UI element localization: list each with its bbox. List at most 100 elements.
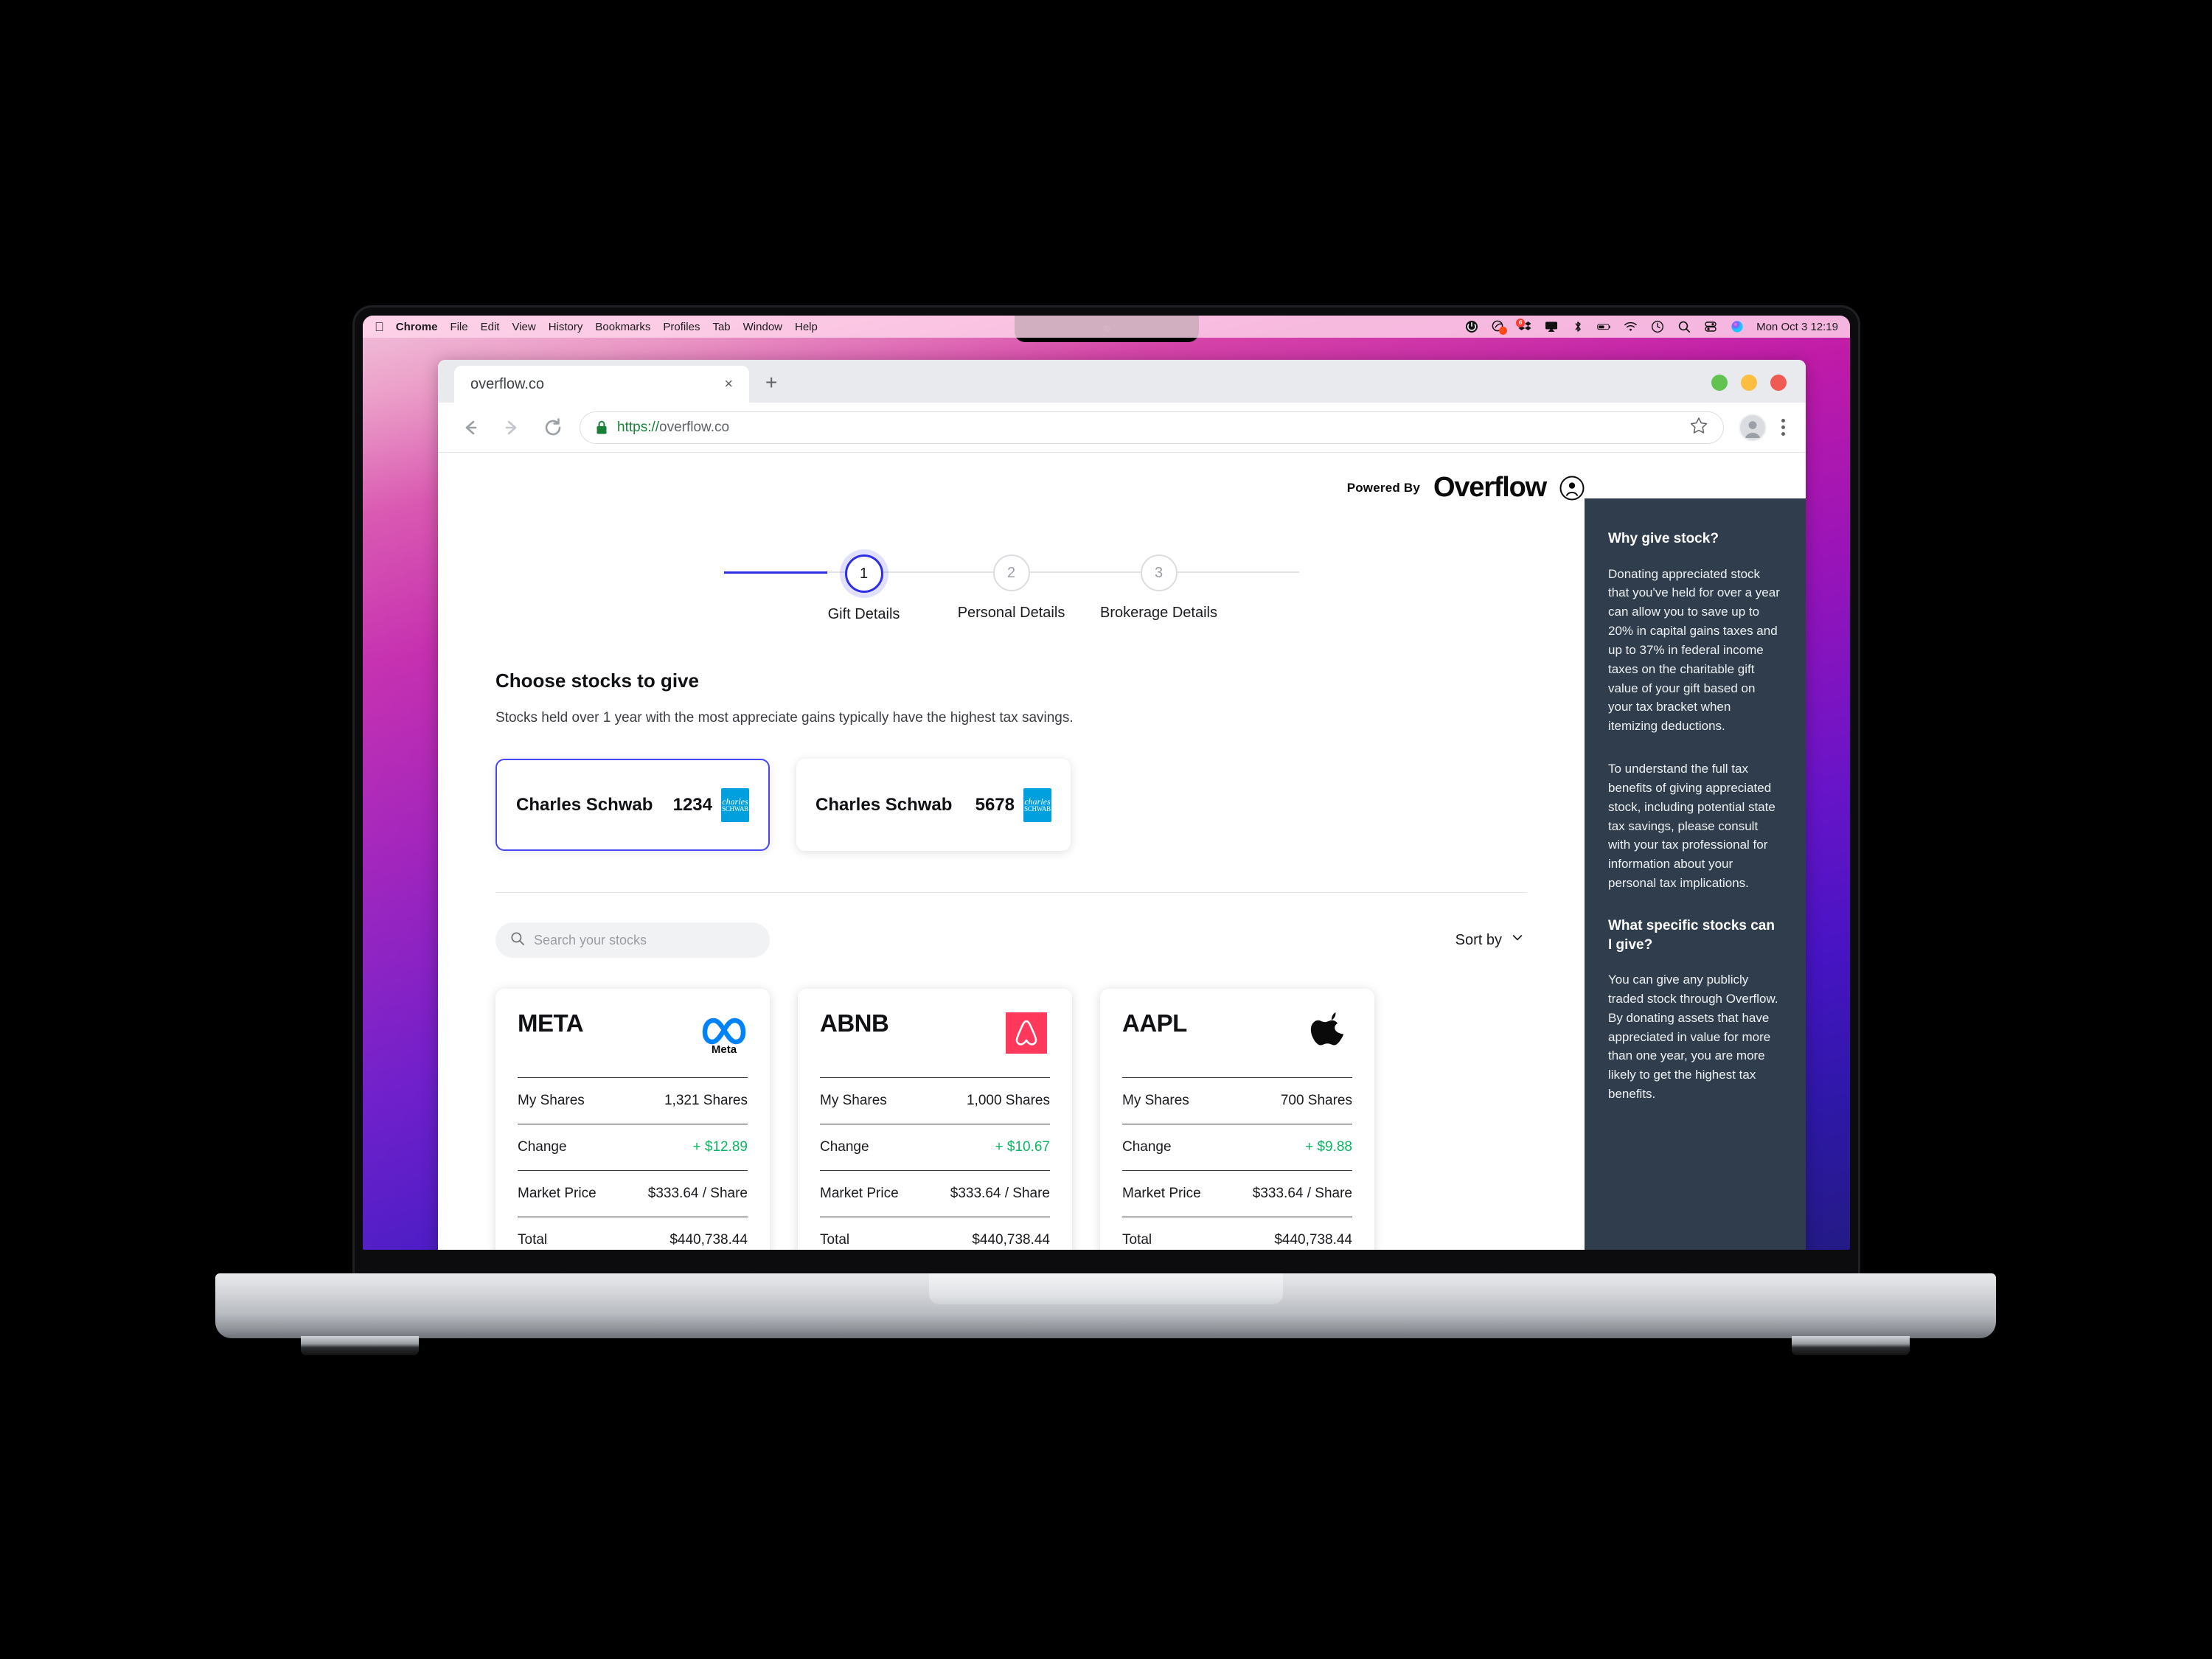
- stock-ticker: AAPL: [1122, 1009, 1187, 1037]
- row-label: My Shares: [1122, 1093, 1189, 1108]
- stepper-step-1[interactable]: 1 Gift Details: [790, 554, 938, 623]
- row-label: Total: [1122, 1232, 1152, 1248]
- battery-icon[interactable]: [1597, 320, 1611, 334]
- user-circle-icon[interactable]: [1559, 476, 1585, 501]
- chevron-down-icon: [1511, 931, 1524, 949]
- laptop-display:  Chrome File Edit View History Bookmark…: [363, 316, 1850, 1250]
- menu-item-tab[interactable]: Tab: [712, 321, 730, 333]
- meta-logo-icon: Meta: [700, 1009, 748, 1057]
- menu-item-view[interactable]: View: [512, 321, 535, 333]
- spotlight-search-icon[interactable]: [1677, 320, 1691, 334]
- screenshot-root:  Chrome File Edit View History Bookmark…: [0, 0, 2212, 1659]
- menu-item-profiles[interactable]: Profiles: [663, 321, 700, 333]
- brokerage-account-card-5678[interactable]: Charles Schwab 5678 charles SCHWAB: [796, 759, 1071, 851]
- stock-card-abnb[interactable]: ABNB My Shares 1,000 Shares Change + $10…: [798, 989, 1072, 1250]
- apple-icon[interactable]: : [375, 321, 384, 333]
- profile-avatar[interactable]: [1739, 413, 1767, 442]
- menu-item-bookmarks[interactable]: Bookmarks: [595, 321, 650, 333]
- step-3-circle[interactable]: 3: [1140, 554, 1178, 591]
- window-maximize-button[interactable]: [1711, 375, 1728, 391]
- stock-card-meta[interactable]: META Meta My Shares 1,321 Shares Change …: [495, 989, 770, 1250]
- stock-row-market-price: Market Price $333.64 / Share: [1122, 1170, 1352, 1217]
- chrome-menu-icon[interactable]: [1778, 416, 1788, 439]
- schwab-logo-line2: SCHWAB: [1024, 805, 1051, 813]
- menu-item-chrome[interactable]: Chrome: [396, 321, 438, 333]
- row-label: Total: [518, 1232, 548, 1248]
- brokerage-account-list: Charles Schwab 1234 charles SCHWAB Charl…: [495, 759, 1527, 851]
- main-column: Powered By Overflow 1 Gift Details 2 Per…: [438, 453, 1585, 1250]
- overflow-logo: Overflow: [1433, 472, 1547, 503]
- address-bar[interactable]: https://overflow.co: [580, 411, 1724, 444]
- time-machine-icon[interactable]: [1650, 320, 1664, 334]
- search-icon: [510, 931, 525, 950]
- step-1-circle[interactable]: 1: [844, 554, 883, 593]
- lock-icon: [595, 420, 608, 436]
- row-value: $440,738.44: [1274, 1232, 1352, 1248]
- notification-badge: [1499, 326, 1508, 335]
- laptop-screen-frame:  Chrome File Edit View History Bookmark…: [352, 305, 1860, 1276]
- browser-tabstrip: overflow.co × +: [438, 360, 1806, 403]
- filter-row: Search your stocks Sort by: [495, 922, 1527, 958]
- chrome-browser-window: overflow.co × + https://overflow.co Powe…: [438, 360, 1806, 1250]
- info-heading-what-stocks: What specific stocks can I give?: [1608, 917, 1775, 953]
- row-label: Market Price: [518, 1186, 597, 1201]
- row-value: $333.64 / Share: [950, 1186, 1050, 1201]
- cleanmymac-icon[interactable]: [1491, 320, 1508, 335]
- row-label: Change: [1122, 1139, 1172, 1155]
- row-label: Market Price: [820, 1186, 899, 1201]
- stepper-step-3[interactable]: 3 Brokerage Details: [1085, 554, 1233, 622]
- back-icon[interactable]: [456, 413, 485, 442]
- page-subtitle: Stocks held over 1 year with the most ap…: [495, 710, 1074, 726]
- stock-card-aapl[interactable]: AAPL My Shares 700 Shares Change + $9.88…: [1100, 989, 1374, 1250]
- dropbox-icon[interactable]: 6: [1516, 318, 1531, 334]
- menubar-clock[interactable]: Mon Oct 3 12:19: [1756, 321, 1838, 333]
- menu-item-edit[interactable]: Edit: [481, 321, 500, 333]
- step-2-circle[interactable]: 2: [992, 554, 1030, 591]
- brokerage-account-card-1234[interactable]: Charles Schwab 1234 charles SCHWAB: [495, 759, 770, 851]
- new-tab-button[interactable]: +: [765, 372, 777, 393]
- info-paragraph-3: You can give any publicly traded stock t…: [1608, 973, 1778, 1102]
- row-value: $440,738.44: [669, 1232, 748, 1248]
- powered-by-label: Powered By: [1346, 480, 1420, 495]
- dropbox-badge: 6: [1516, 318, 1526, 327]
- siri-icon[interactable]: [1730, 320, 1744, 334]
- window-close-button[interactable]: [1770, 375, 1787, 391]
- forward-icon[interactable]: [497, 413, 526, 442]
- search-input[interactable]: Search your stocks: [495, 922, 770, 958]
- stock-card-header: ABNB: [820, 1009, 1050, 1077]
- info-paragraph-1: Donating appreciated stock that you've h…: [1608, 566, 1780, 734]
- stepper-step-2[interactable]: 2 Personal Details: [938, 554, 1085, 622]
- stock-row-total: Total $440,738.44: [518, 1217, 748, 1250]
- control-center-icon[interactable]: [1703, 320, 1717, 334]
- airplay-icon[interactable]: [1544, 320, 1558, 334]
- section-divider: [495, 892, 1527, 893]
- account-number: 5678: [975, 794, 1015, 815]
- close-icon[interactable]: ×: [724, 377, 733, 392]
- window-minimize-button[interactable]: [1741, 375, 1757, 391]
- stock-row-change: Change + $9.88: [1122, 1124, 1352, 1170]
- main-content: Choose stocks to give Stocks held over 1…: [495, 669, 1527, 1250]
- wifi-icon[interactable]: [1624, 320, 1638, 334]
- menu-item-history[interactable]: History: [549, 321, 583, 333]
- url-host: overflow.co: [659, 419, 730, 435]
- stock-row-shares: My Shares 1,321 Shares: [518, 1077, 748, 1124]
- row-label: Change: [518, 1139, 567, 1155]
- menu-item-window[interactable]: Window: [743, 321, 782, 333]
- menu-item-file[interactable]: File: [450, 321, 467, 333]
- sort-by-dropdown[interactable]: Sort by: [1455, 931, 1527, 949]
- row-label: Total: [820, 1232, 850, 1248]
- menu-item-help[interactable]: Help: [795, 321, 818, 333]
- browser-tab[interactable]: overflow.co ×: [454, 366, 749, 403]
- stock-row-total: Total $440,738.44: [1122, 1217, 1352, 1250]
- step-2-label: Personal Details: [957, 605, 1065, 621]
- power-icon[interactable]: [1464, 320, 1478, 334]
- bluetooth-icon[interactable]: [1571, 320, 1585, 334]
- row-value: + $9.88: [1305, 1139, 1352, 1155]
- reload-icon[interactable]: [538, 413, 568, 442]
- macos-menubar[interactable]:  Chrome File Edit View History Bookmark…: [363, 316, 1850, 338]
- row-value: 1,321 Shares: [664, 1093, 748, 1108]
- sort-by-label: Sort by: [1455, 931, 1502, 948]
- row-label: Change: [820, 1139, 869, 1155]
- bookmark-star-icon[interactable]: [1689, 416, 1708, 439]
- row-label: My Shares: [820, 1093, 887, 1108]
